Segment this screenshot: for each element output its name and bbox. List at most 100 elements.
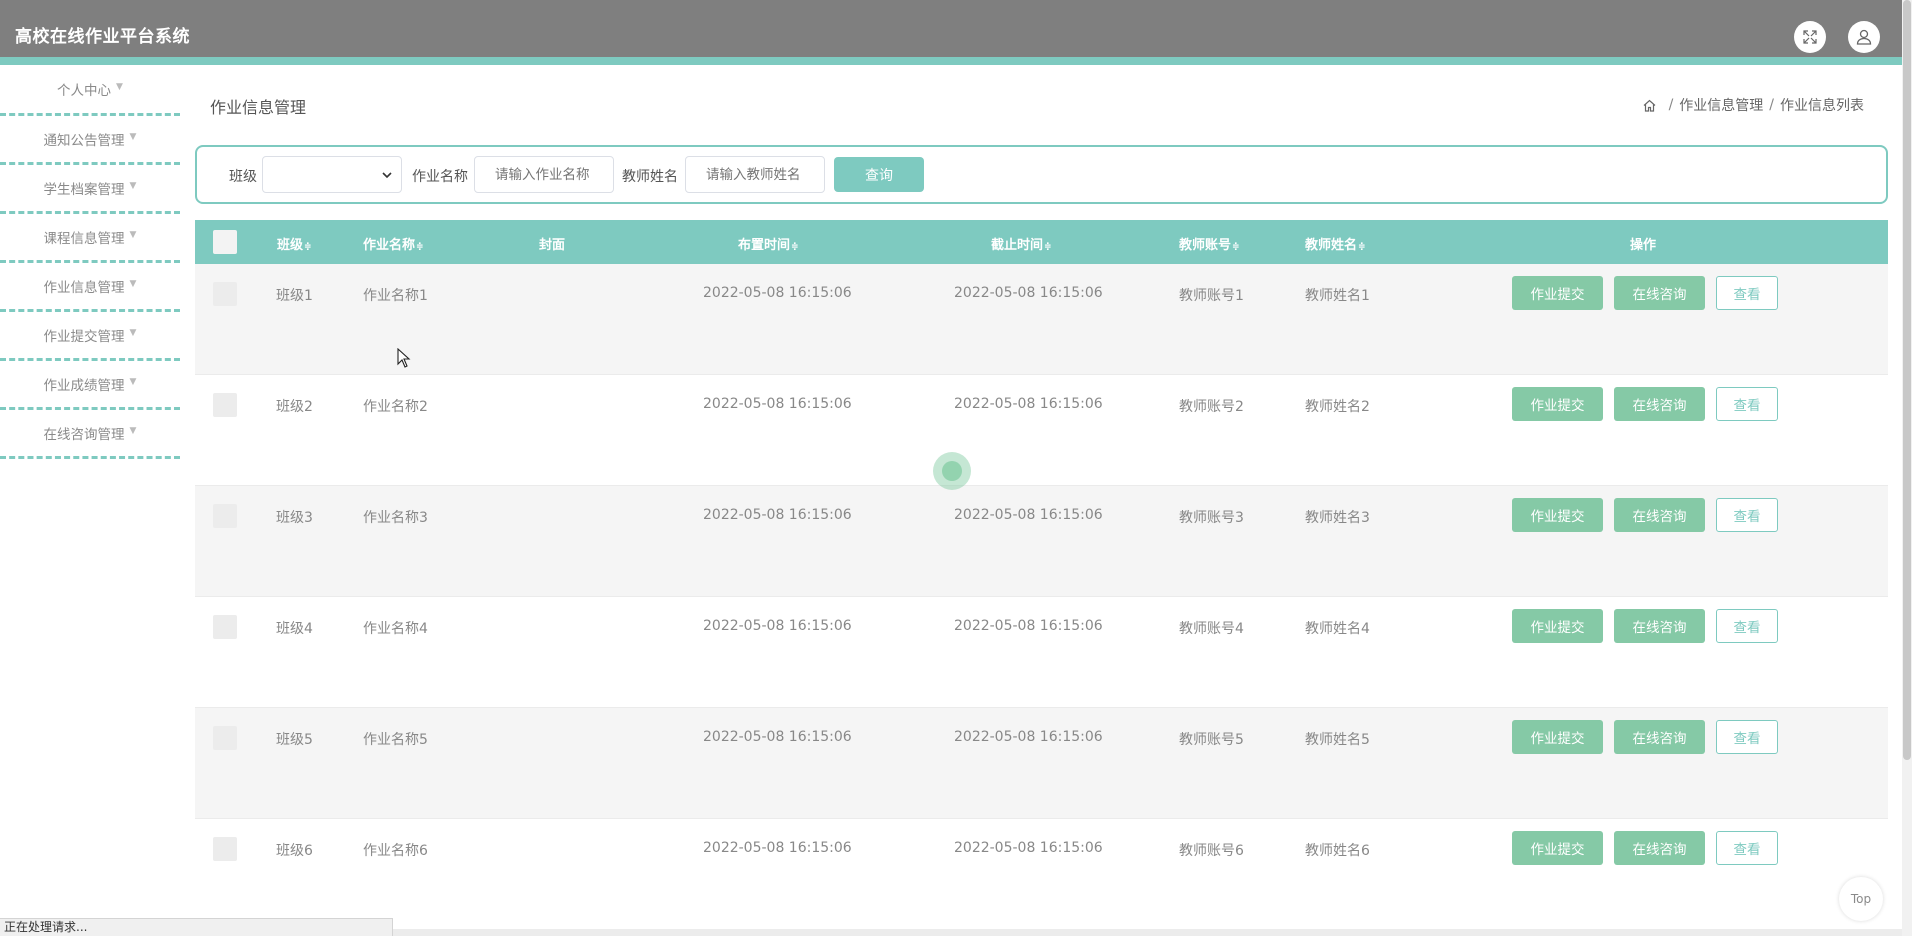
online-consult-button[interactable]: 在线咨询 [1614,276,1705,310]
caret-down-icon: ▼ [129,279,137,289]
click-ripple-indicator [933,452,971,490]
view-button[interactable]: 查看 [1716,831,1778,865]
cell-teacher-name: 教师姓名6 [1305,843,1370,859]
cell-teacher-name: 教师姓名2 [1305,399,1370,415]
cell-teacher-name: 教师姓名3 [1305,510,1370,526]
fullscreen-button[interactable] [1794,21,1826,53]
breadcrumb-item[interactable]: 作业信息管理 [1679,95,1763,115]
row-checkbox[interactable] [213,393,237,417]
view-button[interactable]: 查看 [1716,720,1778,754]
row-checkbox[interactable] [213,837,237,861]
sidebar-item-student-records[interactable]: 学生档案管理 ▼ [0,165,180,214]
sidebar-item-label: 作业信息管理 [43,280,125,296]
sort-icon: ≑ [1044,242,1052,252]
sidebar-item-label: 在线咨询管理 [43,427,125,443]
column-header-class[interactable]: 班级≑ [277,234,312,253]
cell-assign-time: 2022-05-08 16:15:06 [703,285,852,301]
vertical-scrollbar[interactable] [1902,0,1912,936]
submit-homework-button[interactable]: 作业提交 [1512,831,1603,865]
online-consult-button[interactable]: 在线咨询 [1614,609,1705,643]
cell-teacher-account: 教师账号3 [1179,510,1244,526]
sidebar-item-notice-management[interactable]: 通知公告管理 ▼ [0,116,180,165]
cell-class: 班级1 [276,288,313,304]
column-header-deadline[interactable]: 截止时间≑ [991,234,1052,253]
cell-class: 班级6 [276,843,313,859]
browser-status-bar: 正在处理请求... [0,918,393,936]
row-checkbox[interactable] [213,504,237,528]
sidebar-item-course-info[interactable]: 课程信息管理 ▼ [0,214,180,263]
caret-down-icon: ▼ [129,132,137,142]
sidebar-item-homework-grades[interactable]: 作业成绩管理 ▼ [0,361,180,410]
table-row: 班级4 作业名称4 2022-05-08 16:15:06 2022-05-08… [195,597,1888,708]
class-filter-label: 班级 [229,169,257,185]
search-button[interactable]: 查询 [834,157,924,192]
cell-homework-name: 作业名称3 [363,510,428,526]
horizontal-scrollbar[interactable] [393,929,1902,936]
caret-down-icon: ▼ [129,426,137,436]
column-header-assign-time[interactable]: 布置时间≑ [738,234,799,253]
app-title: 高校在线作业平台系统 [15,27,190,47]
back-to-top-button[interactable]: Top [1839,877,1883,921]
cell-assign-time: 2022-05-08 16:15:06 [703,396,852,412]
caret-down-icon: ▼ [129,181,137,191]
breadcrumb-separator: / [1769,97,1774,113]
cell-class: 班级2 [276,399,313,415]
online-consult-button[interactable]: 在线咨询 [1614,387,1705,421]
column-header-cover: 封面 [539,238,566,253]
cell-homework-name: 作业名称5 [363,732,428,748]
page-title: 作业信息管理 [210,98,307,117]
homework-name-input[interactable] [474,156,614,193]
sidebar-item-homework-info[interactable]: 作业信息管理 ▼ [0,263,180,312]
cell-assign-time: 2022-05-08 16:15:06 [703,618,852,634]
submit-homework-button[interactable]: 作业提交 [1512,276,1603,310]
row-checkbox[interactable] [213,726,237,750]
submit-homework-button[interactable]: 作业提交 [1512,720,1603,754]
user-button[interactable] [1848,21,1880,53]
cell-homework-name: 作业名称2 [363,399,428,415]
row-checkbox[interactable] [213,282,237,306]
submit-homework-button[interactable]: 作业提交 [1512,498,1603,532]
sidebar-item-homework-submission[interactable]: 作业提交管理 ▼ [0,312,180,361]
online-consult-button[interactable]: 在线咨询 [1614,498,1705,532]
sort-icon: ≑ [1232,242,1240,252]
view-button[interactable]: 查看 [1716,276,1778,310]
cell-deadline: 2022-05-08 16:15:06 [954,729,1103,745]
online-consult-button[interactable]: 在线咨询 [1614,831,1705,865]
breadcrumb-item: 作业信息列表 [1780,98,1864,114]
cell-homework-name: 作业名称6 [363,843,428,859]
table-header: 班级≑ 作业名称≑ 封面 布置时间≑ 截止时间≑ 教师账号≑ 教师姓名≑ 操作 [195,220,1888,264]
class-filter-select[interactable] [262,156,402,193]
sidebar-item-label: 作业成绩管理 [43,378,125,394]
caret-down-icon: ▼ [116,82,123,92]
sidebar-item-personal-center[interactable]: 个人中心 ▼ [0,65,180,116]
cell-assign-time: 2022-05-08 16:15:06 [703,840,852,856]
caret-down-icon: ▼ [129,377,137,387]
select-all-checkbox[interactable] [213,230,237,254]
view-button[interactable]: 查看 [1716,498,1778,532]
cell-teacher-account: 教师账号5 [1179,732,1244,748]
submit-homework-button[interactable]: 作业提交 [1512,609,1603,643]
cell-class: 班级5 [276,732,313,748]
sidebar-item-label: 课程信息管理 [43,231,125,247]
column-header-teacher-account[interactable]: 教师账号≑ [1179,234,1240,253]
sidebar-item-label: 通知公告管理 [43,133,125,149]
sort-icon: ≑ [304,242,312,252]
view-button[interactable]: 查看 [1716,387,1778,421]
submit-homework-button[interactable]: 作业提交 [1512,387,1603,421]
sidebar-item-online-consultation[interactable]: 在线咨询管理 ▼ [0,410,180,459]
online-consult-button[interactable]: 在线咨询 [1614,720,1705,754]
row-checkbox[interactable] [213,615,237,639]
cell-homework-name: 作业名称4 [363,621,428,637]
teacher-name-input[interactable] [685,156,825,193]
column-header-homework-name[interactable]: 作业名称≑ [363,234,424,253]
column-header-teacher-name[interactable]: 教师姓名≑ [1305,234,1366,253]
view-button[interactable]: 查看 [1716,609,1778,643]
user-avatar-icon [1856,29,1872,45]
table-row: 班级5 作业名称5 2022-05-08 16:15:06 2022-05-08… [195,708,1888,819]
sort-icon: ≑ [791,242,799,252]
home-icon[interactable] [1642,98,1657,113]
cell-teacher-account: 教师账号1 [1179,288,1244,304]
app-root: 高校在线作业平台系统 个人中心 ▼ 通知公告管理 ▼ 学生档案管理 ▼ 课程信息管理 ▼ [0,0,1912,936]
header-accent-stripe [0,57,1902,65]
scrollbar-thumb[interactable] [1903,0,1911,760]
